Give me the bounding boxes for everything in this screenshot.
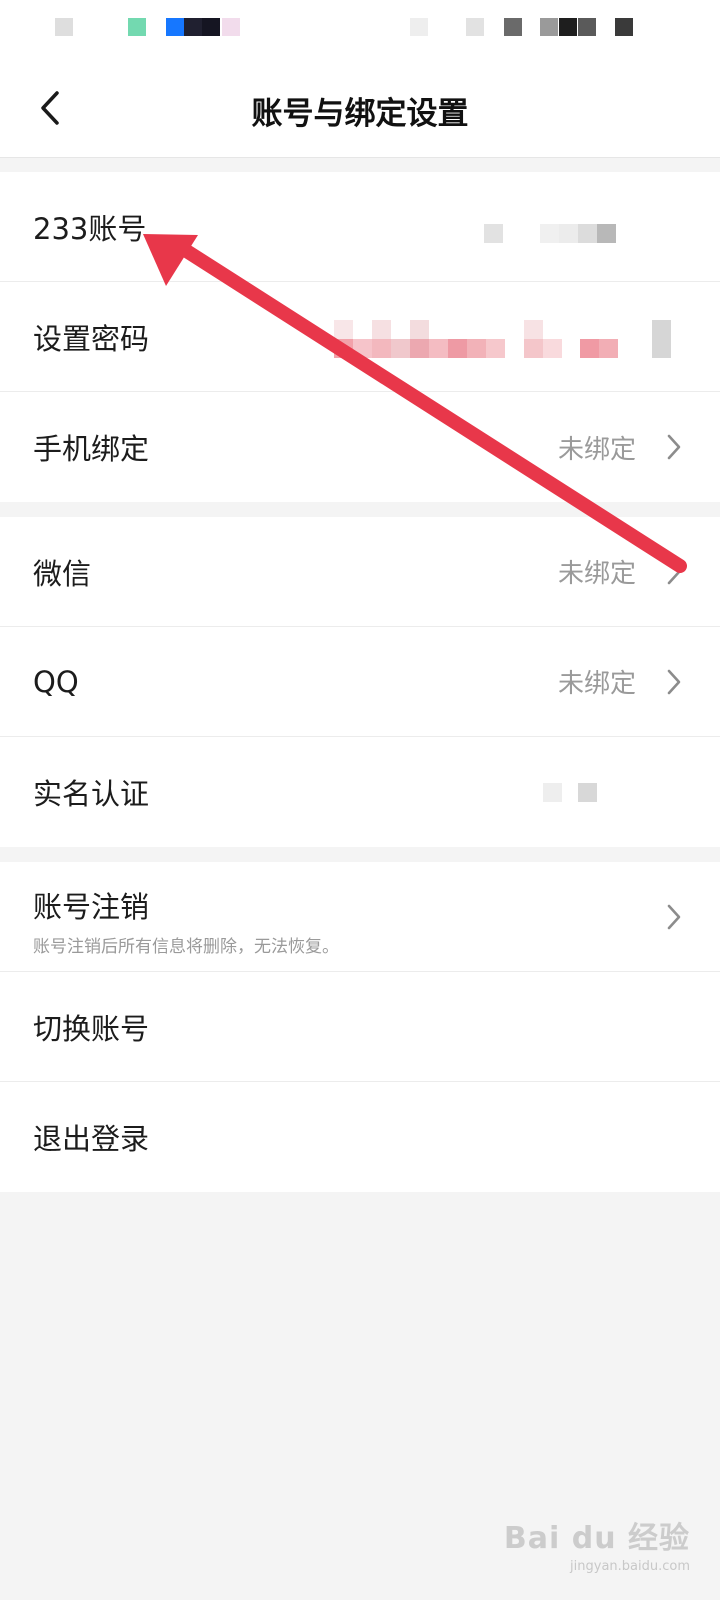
phone-binding-row[interactable]: 手机绑定 未绑定 — [0, 392, 720, 502]
qq-label: QQ — [33, 664, 79, 699]
wechat-binding-row[interactable]: 微信 未绑定 — [0, 517, 720, 627]
realname-label: 实名认证 — [33, 777, 150, 811]
status-blurred-block — [504, 18, 522, 36]
status-blurred-block — [559, 18, 577, 36]
status-blurred-block — [55, 18, 73, 36]
wechat-binding-status: 未绑定 — [557, 559, 636, 589]
status-bar — [0, 0, 720, 58]
logout-label: 退出登录 — [33, 1122, 150, 1156]
social-group: 微信 未绑定 QQ 未绑定 实名认证 — [0, 517, 720, 847]
account-cancellation-hint: 账号注销后所有信息将删除，无法恢复。 — [33, 937, 339, 957]
chevron-right-icon — [662, 555, 686, 589]
page-title: 账号与绑定设置 — [251, 96, 469, 132]
realname-verification-row[interactable]: 实名认证 — [0, 737, 720, 847]
status-blurred-block — [410, 18, 428, 36]
status-blurred-block — [184, 18, 202, 36]
set-password-row[interactable]: 设置密码 — [0, 282, 720, 392]
chevron-right-icon — [662, 430, 686, 464]
switch-account-label: 切换账号 — [33, 1011, 150, 1046]
qq-binding-status: 未绑定 — [557, 669, 636, 699]
phone-binding-label: 手机绑定 — [33, 432, 150, 466]
set-password-label: 设置密码 — [33, 321, 150, 356]
account-cancellation-text: 账号注销 账号注销后所有信息将删除，无法恢复。 — [33, 884, 339, 957]
chevron-right-icon — [662, 900, 686, 934]
top-nav-bar: 账号与绑定设置 — [0, 58, 720, 158]
status-blurred-block — [166, 18, 184, 36]
status-blurred-block — [128, 18, 146, 36]
account-cancellation-label: 账号注销 — [33, 890, 150, 924]
status-blurred-block — [222, 18, 240, 36]
chevron-right-icon — [662, 665, 686, 699]
qq-binding-row[interactable]: QQ 未绑定 — [0, 627, 720, 737]
status-blurred-block — [578, 18, 596, 36]
account-group: 233账号 设置密码 手机绑定 未绑定 — [0, 172, 720, 502]
watermark-logo: Bai du 经验 — [503, 1521, 690, 1556]
baidu-jingyan-watermark: Bai du 经验 jingyan.baidu.com — [504, 1513, 690, 1574]
status-blurred-block — [466, 18, 484, 36]
account-id-row: 233账号 — [0, 172, 720, 282]
watermark-url: jingyan.baidu.com — [570, 1559, 690, 1574]
account-id-label: 233账号 — [33, 211, 147, 246]
switch-account-row[interactable]: 切换账号 — [0, 972, 720, 1082]
account-cancellation-row[interactable]: 账号注销 账号注销后所有信息将删除，无法恢复。 — [0, 862, 720, 972]
status-blurred-block — [615, 18, 633, 36]
phone-binding-status: 未绑定 — [557, 434, 636, 465]
session-group: 账号注销 账号注销后所有信息将删除，无法恢复。 切换账号 退出登录 — [0, 862, 720, 1192]
wechat-label: 微信 — [33, 556, 92, 591]
status-blurred-block — [540, 18, 558, 36]
logout-row[interactable]: 退出登录 — [0, 1082, 720, 1192]
account-binding-settings-page: 账号与绑定设置 233账号 设置密码 手机绑定 未绑定 微信 未绑定 QQ 未绑… — [0, 0, 720, 1600]
status-blurred-block — [202, 18, 220, 36]
